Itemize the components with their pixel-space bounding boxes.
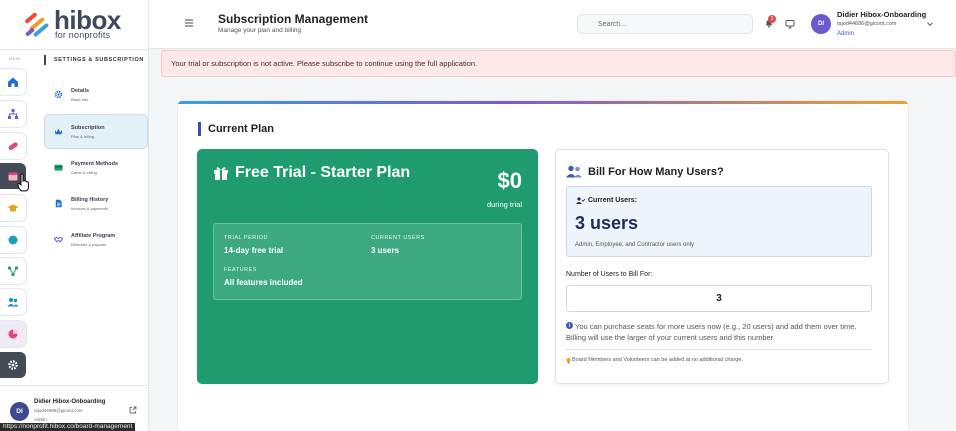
- sidebar-item-subtitle: Referrals & payouts: [71, 241, 107, 247]
- page-subtitle: Manage your plan and billing: [218, 27, 302, 34]
- pie-chart-icon: [8, 329, 18, 339]
- current-plan-heading: Current Plan: [198, 122, 274, 136]
- page-title: Subscription Management: [218, 12, 369, 26]
- people-icon: [7, 298, 19, 307]
- sidebar-item-subtitle: Plan & billing: [71, 133, 95, 139]
- graduation-cap-icon: [7, 204, 19, 212]
- org-chart-icon: [8, 109, 18, 119]
- header-user-role: Admin: [837, 31, 855, 37]
- sidebar-item-affiliate-program[interactable]: Affiliate Program Referrals & payouts: [45, 223, 147, 256]
- external-link-icon[interactable]: [129, 406, 137, 414]
- menu-icon[interactable]: [184, 18, 194, 28]
- lightbulb-icon: [566, 358, 571, 364]
- bill-users-title: Bill For How Many Users?: [588, 166, 724, 178]
- search-input[interactable]: [577, 14, 753, 34]
- sidebar-item-title: Details: [71, 87, 90, 94]
- rail-people-button[interactable]: [0, 289, 26, 315]
- rail-reports-button[interactable]: [0, 321, 26, 347]
- rail-org-chart-button[interactable]: [0, 101, 26, 127]
- gear-icon: [54, 90, 62, 99]
- sidebar-item-details[interactable]: Details Basic info: [45, 78, 147, 111]
- sidebar-item-subscription[interactable]: Subscription Plan & billing: [45, 115, 147, 148]
- plan-name: Free Trial - Starter Plan: [235, 164, 411, 181]
- crown-icon: [54, 128, 62, 135]
- chevron-down-icon[interactable]: [926, 20, 934, 28]
- document-icon: [55, 199, 62, 208]
- features-value: All features included: [224, 278, 303, 287]
- divider: [566, 349, 872, 350]
- plan-price-note: during trial: [486, 200, 522, 209]
- avatar[interactable]: DI: [811, 14, 831, 34]
- plan-details-box: TRIAL PERIOD 14-day free trial CURRENT U…: [213, 223, 522, 300]
- sidebar-item-billing-history[interactable]: Billing History Invoices & payments: [45, 187, 147, 220]
- features-label: FEATURES: [224, 267, 257, 273]
- current-users-label: Current Users:: [588, 197, 638, 204]
- trial-period-value: 14-day free trial: [224, 246, 284, 255]
- circle-icon: [8, 235, 18, 245]
- sidebar-divider: [0, 49, 149, 50]
- plan-price: $0: [497, 168, 522, 193]
- sidebar-user-email: tajod44686@gicont.com: [34, 408, 83, 413]
- status-bar-url: https://nonprofit.hibox.co/board-managem…: [0, 423, 136, 431]
- card-icon: [53, 164, 63, 171]
- network-icon: [7, 266, 19, 277]
- rail-circle-button[interactable]: [0, 227, 26, 253]
- header-user-name: Didier Hibox-Onboarding: [837, 10, 927, 19]
- logo-subtext: for nonprofits: [55, 30, 111, 40]
- home-icon: [8, 77, 18, 87]
- trial-period-label: TRIAL PERIOD: [224, 235, 268, 241]
- current-users-box: Current Users: 3 users Admin, Employee, …: [566, 186, 872, 257]
- subscription-card: Current Plan Free Trial - Starter Plan $…: [178, 101, 908, 431]
- subscription-alert: Your trial or subscription is not active…: [161, 50, 956, 77]
- bill-users-card: Bill For How Many Users? Current Users: …: [555, 149, 889, 384]
- info-icon: i: [566, 322, 573, 329]
- sidebar-user-role: Admin: [34, 417, 47, 422]
- users-icon: [566, 165, 582, 178]
- sidebar-item-subtitle: Invoices & payments: [71, 205, 108, 211]
- current-users-value: 3 users: [371, 246, 400, 255]
- rail-home-button[interactable]: [0, 69, 26, 95]
- monitor-icon[interactable]: [785, 19, 795, 29]
- handshake-icon: [53, 236, 63, 243]
- pill-icon: [8, 142, 18, 151]
- rail-label: MAIN: [9, 56, 21, 61]
- board-members-note: Board Members and Volunteers can be adde…: [572, 357, 743, 363]
- gear-icon: [8, 360, 18, 370]
- notification-badge: 1: [768, 15, 776, 23]
- bill-users-input[interactable]: [566, 285, 872, 312]
- sidebar-item-subtitle: Cards & billing: [71, 169, 97, 175]
- rail-settings-button[interactable]: [0, 352, 26, 378]
- logo-mark-icon: [25, 12, 49, 37]
- sidebar-item-title: Subscription: [71, 124, 105, 131]
- mouse-cursor-icon: [17, 173, 29, 192]
- plan-summary-card: Free Trial - Starter Plan $0 during tria…: [197, 149, 538, 384]
- rail-education-button[interactable]: [0, 195, 26, 221]
- sidebar-user-name: Didier Hibox-Onboarding: [34, 399, 106, 405]
- rail-pill-button[interactable]: [0, 133, 26, 159]
- billing-info-text: You can purchase seats for more users no…: [566, 322, 857, 342]
- settings-section-title: SETTINGS & SUBSCRIPTION: [44, 55, 144, 65]
- sidebar: hibox for nonprofits MAIN SETTINGS & SUB…: [0, 0, 149, 431]
- gift-icon: [214, 167, 228, 180]
- sidebar-item-title: Payment Methods: [71, 160, 119, 167]
- sidebar-item-title: Affiliate Program: [71, 232, 116, 239]
- bill-users-label: Number of Users to Bill For:: [566, 271, 653, 278]
- rail-network-button[interactable]: [0, 258, 26, 284]
- current-users-label: CURRENT USERS: [371, 235, 425, 241]
- sidebar-item-subtitle: Basic info: [71, 96, 89, 102]
- avatar: DI: [10, 402, 29, 421]
- header-user-email: tajod44686@gicont.com: [837, 21, 897, 27]
- current-users-count: 3 users: [575, 213, 639, 233]
- sidebar-item-title: Billing History: [71, 196, 109, 203]
- top-header: Subscription Management Manage your plan…: [149, 0, 956, 49]
- current-users-note: Admin, Employee, and Contractor users on…: [575, 242, 695, 248]
- hibox-logo[interactable]: hibox for nonprofits: [22, 5, 132, 40]
- gradient-bar: [178, 101, 908, 104]
- sidebar-item-payment-methods[interactable]: Payment Methods Cards & billing: [45, 151, 147, 184]
- user-check-icon: [576, 197, 585, 204]
